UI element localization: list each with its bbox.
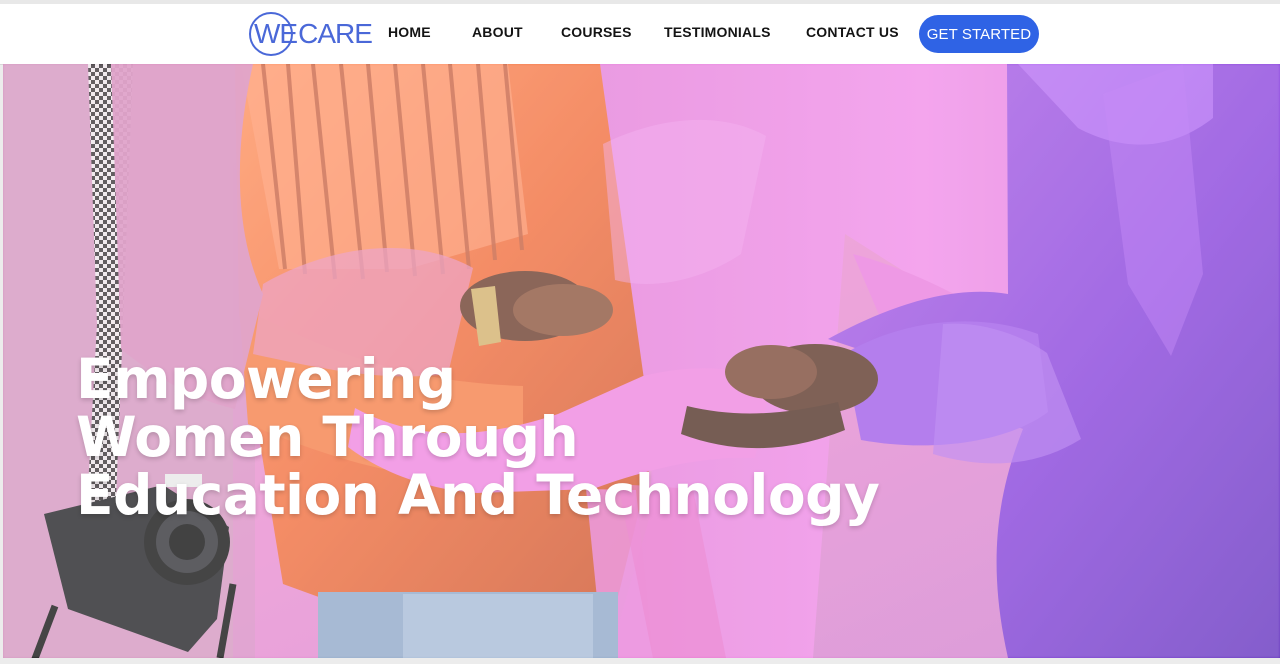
get-started-button[interactable]: GET STARTED — [919, 15, 1039, 53]
page: WE CARE HOME ABOUT COURSES TESTIMONIALS … — [0, 0, 1280, 664]
logo-care-text: CARE — [298, 18, 373, 49]
hero-title-line: Empowering — [76, 347, 456, 411]
nav-testimonials-link[interactable]: TESTIMONIALS — [664, 24, 771, 40]
wecare-logo[interactable]: WE CARE — [249, 12, 373, 56]
nav-about-link[interactable]: ABOUT — [472, 24, 523, 40]
nav-courses-link[interactable]: COURSES — [561, 24, 632, 40]
logo-we-text: WE — [254, 18, 298, 49]
hero-title-line: Education And Technology — [76, 463, 880, 527]
hero-title-line: Women Through — [76, 405, 579, 469]
page-bottom-edge — [0, 658, 1280, 664]
top-navigation-bar: WE CARE HOME ABOUT COURSES TESTIMONIALS … — [0, 4, 1280, 64]
nav-home-link[interactable]: HOME — [388, 24, 431, 40]
nav-contact-us-link[interactable]: CONTACT US — [806, 24, 899, 40]
hero-section: Empowering Women Through Education And T… — [3, 64, 1280, 658]
hero-title: Empowering Women Through Education And T… — [76, 350, 896, 524]
